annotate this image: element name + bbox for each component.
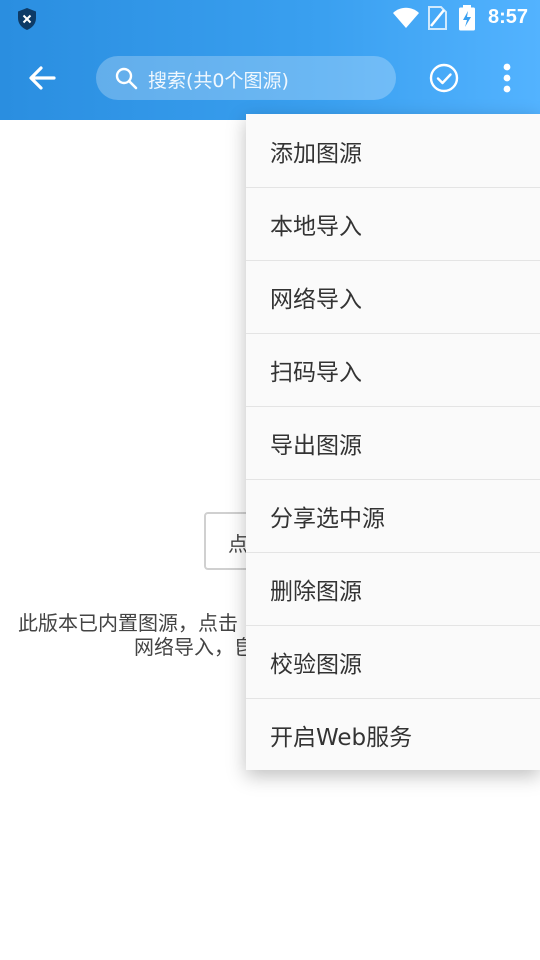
menu-item-web-service[interactable]: 开启Web服务	[246, 698, 540, 771]
menu-item-network-import[interactable]: 网络导入	[246, 260, 540, 334]
menu-item-export-source[interactable]: 导出图源	[246, 406, 540, 480]
hint-line-2: 网络导入，皀	[134, 635, 254, 659]
menu-item-label: 扫码导入	[270, 360, 362, 386]
menu-item-verify-source[interactable]: 校验图源	[246, 625, 540, 699]
status-bar: 8:57	[0, 0, 540, 36]
hint-line-1: 此版本已内置图源，点击	[18, 611, 238, 635]
menu-item-delete-source[interactable]: 删除图源	[246, 552, 540, 626]
check-circle-icon[interactable]	[428, 62, 460, 94]
menu-item-label: 网络导入	[270, 287, 362, 313]
back-arrow-icon[interactable]	[22, 58, 62, 98]
search-input[interactable]: 搜索(共0个图源)	[148, 66, 289, 93]
menu-item-local-import[interactable]: 本地导入	[246, 187, 540, 261]
battery-charging-icon	[459, 5, 475, 31]
menu-item-label: 本地导入	[270, 214, 362, 240]
menu-item-label: 删除图源	[270, 579, 362, 605]
app-bar: 8:57 搜索(共0个图源)	[0, 0, 540, 120]
menu-item-share-selected[interactable]: 分享选中源	[246, 479, 540, 553]
menu-item-label: 分享选中源	[270, 506, 385, 532]
no-sim-icon	[428, 6, 447, 30]
shield-x-icon	[18, 8, 36, 30]
menu-item-scan-import[interactable]: 扫码导入	[246, 333, 540, 407]
menu-item-label: 校验图源	[270, 652, 362, 678]
status-time: 8:57	[487, 6, 528, 28]
wifi-icon	[393, 7, 419, 28]
search-bar[interactable]: 搜索(共0个图源)	[96, 56, 396, 100]
menu-item-label: 导出图源	[270, 433, 362, 459]
menu-item-label: 添加图源	[270, 141, 362, 167]
menu-item-add-source[interactable]: 添加图源	[246, 114, 540, 188]
menu-item-label: 开启Web服务	[270, 725, 413, 751]
search-icon	[115, 67, 138, 90]
more-vert-icon[interactable]	[492, 62, 522, 94]
overflow-menu: 添加图源 本地导入 网络导入 扫码导入 导出图源 分享选中源 删除图源 校验图源…	[246, 114, 540, 770]
import-button-label: 点	[228, 532, 248, 556]
